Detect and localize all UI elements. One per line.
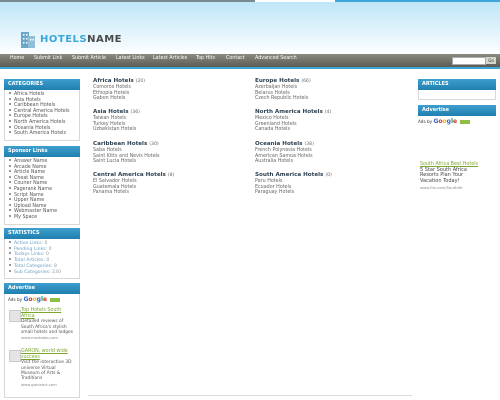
nav-contact[interactable]: Contact <box>226 56 245 61</box>
nav-home[interactable]: Home <box>10 56 24 61</box>
subcategory-link[interactable]: Panama Hotels <box>93 190 243 196</box>
search-input[interactable] <box>452 57 486 65</box>
category-block: Oceania Hotels (38) French Polynesia Hot… <box>255 141 405 165</box>
stat-row: Sub Categories: 230 <box>8 269 76 276</box>
sponsor-links-box: Sponsor Links Answer Name Arcade Name Ar… <box>4 146 80 225</box>
nav-latest-links[interactable]: Latest Links <box>116 56 145 61</box>
logo-text: HOTELSNAME <box>40 34 122 45</box>
ad-url[interactable]: www.garonart.com <box>21 382 73 387</box>
subcategory-link[interactable]: Australia Hotels <box>255 159 405 165</box>
category-block: Africa Hotels (20) Comoros Hotels Ethiop… <box>93 78 243 102</box>
search-go-button[interactable]: Go <box>486 57 496 64</box>
site-logo[interactable]: HOTELSNAME <box>18 26 122 50</box>
articles-box: ARTICLES <box>418 79 496 100</box>
main-navigation: Home Submit Link Submit Article Latest L… <box>0 54 500 69</box>
left-advertise-box: Advertise Ads by Google Top Hotels South… <box>4 283 80 398</box>
subcategory-link[interactable]: Uzbekistan Hotels <box>93 127 243 133</box>
category-title-link[interactable]: Africa Hotels (20) <box>93 78 243 85</box>
nav-latest-articles[interactable]: Latest Articles <box>153 56 187 61</box>
ad-text: Visit the interactive 3D universe Virtua… <box>21 360 72 382</box>
sponsor-links-title: Sponsor Links <box>4 146 80 157</box>
ads-by-google[interactable]: Ads by Google <box>418 118 496 125</box>
right-advertise-box: Advertise Ads by Google South Africa Bes… <box>418 105 496 198</box>
category-block: Europe Hotels (66) Azerbaijan Hotels Bel… <box>255 78 405 102</box>
category-title-link[interactable]: Europe Hotels (66) <box>255 78 405 85</box>
category-block: Central America Hotels (8) El Salvador H… <box>93 172 243 196</box>
categories-box: CATEGORIES Africa Hotels Asia Hotels Car… <box>4 79 80 141</box>
nav-advanced-search[interactable]: Advanced Search <box>255 56 297 61</box>
ad-nav-arrows-icon[interactable] <box>50 298 61 302</box>
category-title-link[interactable]: Central America Hotels (8) <box>93 172 243 179</box>
subcategory-link[interactable]: Canada Hotels <box>255 127 405 133</box>
category-block: Caribbean Hotels (30) Saba Hotels Saint … <box>93 141 243 165</box>
category-title-link[interactable]: Asia Hotels (36) <box>93 109 243 116</box>
sponsor-link[interactable]: My Space <box>8 214 76 221</box>
ad-title-link[interactable]: GARON, world wide success <box>21 349 73 360</box>
category-block: South America Hotels (0) Peru Hotels Ecu… <box>255 172 405 196</box>
sidebar-category-link[interactable]: South America Hotels <box>8 131 76 137</box>
hotel-building-icon <box>21 32 35 48</box>
ad-text: 5 Star South Africa Resorts Plan Your Va… <box>420 166 467 185</box>
ad-text: Detailed reviews of South Africa's styli… <box>21 319 74 335</box>
nav-submit-link[interactable]: Submit Link <box>34 56 62 61</box>
category-block: Asia Hotels (36) Taiwan Hotels Turkey Ho… <box>93 109 243 133</box>
subcategory-link[interactable]: Saint Lucia Hotels <box>93 159 243 165</box>
category-block: North America Hotels (4) Mexico Hotels G… <box>255 109 405 133</box>
left-advertise-title: Advertise <box>4 283 80 294</box>
category-title-link[interactable]: South America Hotels (0) <box>255 172 405 179</box>
category-title-link[interactable]: North America Hotels (4) <box>255 109 405 116</box>
category-title-link[interactable]: Caribbean Hotels (30) <box>93 141 243 148</box>
categories-title: CATEGORIES <box>4 79 80 90</box>
right-advertise-title: Advertise <box>418 105 496 116</box>
footer-divider <box>88 395 412 396</box>
subcategory-link[interactable]: Gabon Hotels <box>93 96 243 102</box>
ads-by-google[interactable]: Ads by Google <box>8 296 76 303</box>
ad-thumbnail[interactable] <box>9 350 21 362</box>
nav-top-hits[interactable]: Top Hits <box>196 56 215 61</box>
ad-nav-arrows-icon[interactable] <box>460 120 471 124</box>
ad-thumbnail[interactable] <box>9 310 21 322</box>
articles-title: ARTICLES <box>418 79 496 90</box>
ad-url[interactable]: www.fhs.com/SouthAfr <box>420 185 480 190</box>
statistics-title: STATISTICS <box>4 228 80 239</box>
statistics-box: STATISTICS Active Links: 0 Pending Links… <box>4 228 80 280</box>
category-title-link[interactable]: Oceania Hotels (38) <box>255 141 405 148</box>
nav-submit-article[interactable]: Submit Article <box>72 56 106 61</box>
site-header: HOTELSNAME <box>0 2 500 54</box>
ad-url[interactable]: www.mezbaba.com <box>21 335 73 340</box>
subcategory-link[interactable]: Czech Republic Hotels <box>255 96 405 102</box>
subcategory-link[interactable]: Paraguay Hotels <box>255 190 405 196</box>
ad-title-link[interactable]: Top Hotels South Africa <box>21 308 73 319</box>
